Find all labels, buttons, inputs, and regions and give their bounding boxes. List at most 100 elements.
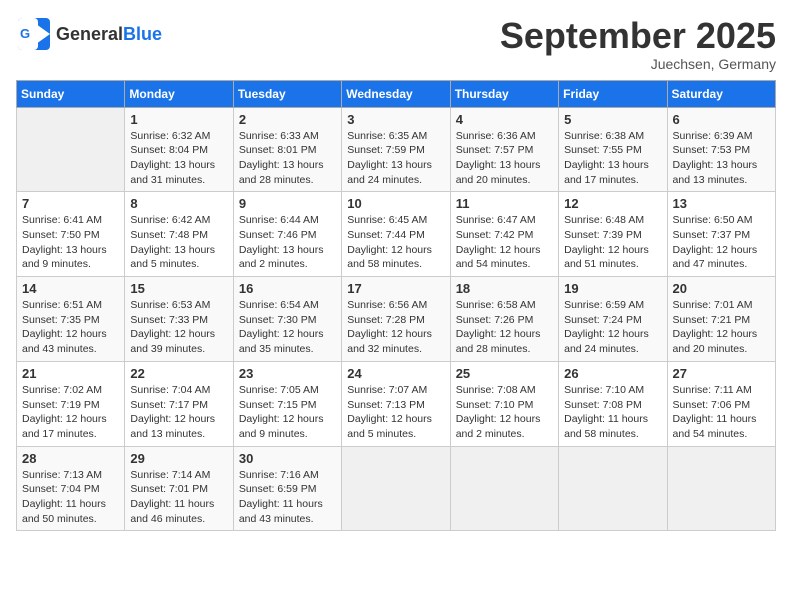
day-number: 27 bbox=[673, 366, 770, 381]
day-info: Sunrise: 7:08 AMSunset: 7:10 PMDaylight:… bbox=[456, 383, 553, 442]
day-info: Sunrise: 7:16 AMSunset: 6:59 PMDaylight:… bbox=[239, 468, 336, 527]
calendar-body: 1 Sunrise: 6:32 AMSunset: 8:04 PMDaylight… bbox=[17, 107, 776, 531]
day-info: Sunrise: 7:04 AMSunset: 7:17 PMDaylight:… bbox=[130, 383, 227, 442]
logo-text: GeneralBlue bbox=[56, 25, 162, 43]
calendar-cell: 9 Sunrise: 6:44 AMSunset: 7:46 PMDaylight… bbox=[233, 192, 341, 277]
day-info: Sunrise: 6:53 AMSunset: 7:33 PMDaylight:… bbox=[130, 298, 227, 357]
day-info: Sunrise: 7:02 AMSunset: 7:19 PMDaylight:… bbox=[22, 383, 119, 442]
day-number: 18 bbox=[456, 281, 553, 296]
day-info: Sunrise: 7:07 AMSunset: 7:13 PMDaylight:… bbox=[347, 383, 444, 442]
calendar-cell bbox=[667, 446, 775, 531]
day-number: 15 bbox=[130, 281, 227, 296]
calendar-cell: 19 Sunrise: 6:59 AMSunset: 7:24 PMDayligh… bbox=[559, 277, 667, 362]
day-info: Sunrise: 7:10 AMSunset: 7:08 PMDaylight:… bbox=[564, 383, 661, 442]
day-info: Sunrise: 6:38 AMSunset: 7:55 PMDaylight:… bbox=[564, 129, 661, 188]
day-info: Sunrise: 6:36 AMSunset: 7:57 PMDaylight:… bbox=[456, 129, 553, 188]
calendar-week-3: 14 Sunrise: 6:51 AMSunset: 7:35 PMDayligh… bbox=[17, 277, 776, 362]
day-info: Sunrise: 6:50 AMSunset: 7:37 PMDaylight:… bbox=[673, 213, 770, 272]
header-tuesday: Tuesday bbox=[233, 80, 341, 107]
day-number: 14 bbox=[22, 281, 119, 296]
day-info: Sunrise: 7:13 AMSunset: 7:04 PMDaylight:… bbox=[22, 468, 119, 527]
day-info: Sunrise: 6:58 AMSunset: 7:26 PMDaylight:… bbox=[456, 298, 553, 357]
day-number: 28 bbox=[22, 451, 119, 466]
day-number: 5 bbox=[564, 112, 661, 127]
calendar-cell bbox=[342, 446, 450, 531]
day-number: 3 bbox=[347, 112, 444, 127]
header-thursday: Thursday bbox=[450, 80, 558, 107]
calendar-cell bbox=[559, 446, 667, 531]
day-info: Sunrise: 6:42 AMSunset: 7:48 PMDaylight:… bbox=[130, 213, 227, 272]
day-number: 30 bbox=[239, 451, 336, 466]
calendar-cell: 13 Sunrise: 6:50 AMSunset: 7:37 PMDayligh… bbox=[667, 192, 775, 277]
day-info: Sunrise: 6:56 AMSunset: 7:28 PMDaylight:… bbox=[347, 298, 444, 357]
calendar-cell: 1 Sunrise: 6:32 AMSunset: 8:04 PMDaylight… bbox=[125, 107, 233, 192]
day-number: 19 bbox=[564, 281, 661, 296]
day-info: Sunrise: 6:32 AMSunset: 8:04 PMDaylight:… bbox=[130, 129, 227, 188]
day-number: 8 bbox=[130, 196, 227, 211]
calendar-cell bbox=[450, 446, 558, 531]
calendar-cell: 20 Sunrise: 7:01 AMSunset: 7:21 PMDayligh… bbox=[667, 277, 775, 362]
header-friday: Friday bbox=[559, 80, 667, 107]
calendar-cell: 2 Sunrise: 6:33 AMSunset: 8:01 PMDaylight… bbox=[233, 107, 341, 192]
calendar-cell: 11Sunrise: 6:47 AMSunset: 7:42 PMDayligh… bbox=[450, 192, 558, 277]
logo-blue: Blue bbox=[123, 24, 162, 44]
calendar-cell: 12Sunrise: 6:48 AMSunset: 7:39 PMDayligh… bbox=[559, 192, 667, 277]
day-info: Sunrise: 6:44 AMSunset: 7:46 PMDaylight:… bbox=[239, 213, 336, 272]
header-saturday: Saturday bbox=[667, 80, 775, 107]
day-number: 22 bbox=[130, 366, 227, 381]
calendar-cell: 30 Sunrise: 7:16 AMSunset: 6:59 PMDayligh… bbox=[233, 446, 341, 531]
calendar-cell: 28 Sunrise: 7:13 AMSunset: 7:04 PMDayligh… bbox=[17, 446, 125, 531]
day-number: 25 bbox=[456, 366, 553, 381]
header-sunday: Sunday bbox=[17, 80, 125, 107]
calendar-cell: 5 Sunrise: 6:38 AMSunset: 7:55 PMDaylight… bbox=[559, 107, 667, 192]
day-number: 6 bbox=[673, 112, 770, 127]
day-number: 23 bbox=[239, 366, 336, 381]
calendar-cell: 14 Sunrise: 6:51 AMSunset: 7:35 PMDayligh… bbox=[17, 277, 125, 362]
calendar-cell: 6 Sunrise: 6:39 AMSunset: 7:53 PMDaylight… bbox=[667, 107, 775, 192]
day-number: 21 bbox=[22, 366, 119, 381]
title-block: September 2025 Juechsen, Germany bbox=[500, 16, 776, 72]
day-info: Sunrise: 6:39 AMSunset: 7:53 PMDaylight:… bbox=[673, 129, 770, 188]
calendar-week-1: 1 Sunrise: 6:32 AMSunset: 8:04 PMDaylight… bbox=[17, 107, 776, 192]
calendar-cell: 15 Sunrise: 6:53 AMSunset: 7:33 PMDayligh… bbox=[125, 277, 233, 362]
day-info: Sunrise: 6:59 AMSunset: 7:24 PMDaylight:… bbox=[564, 298, 661, 357]
page-header: G GeneralBlue September 2025 Juechsen, G… bbox=[16, 16, 776, 72]
calendar-cell: 21 Sunrise: 7:02 AMSunset: 7:19 PMDayligh… bbox=[17, 361, 125, 446]
day-number: 2 bbox=[239, 112, 336, 127]
day-info: Sunrise: 7:01 AMSunset: 7:21 PMDaylight:… bbox=[673, 298, 770, 357]
calendar-cell: 17Sunrise: 6:56 AMSunset: 7:28 PMDayligh… bbox=[342, 277, 450, 362]
day-info: Sunrise: 6:54 AMSunset: 7:30 PMDaylight:… bbox=[239, 298, 336, 357]
svg-text:G: G bbox=[20, 26, 30, 41]
logo-icon: G bbox=[16, 16, 52, 52]
day-number: 16 bbox=[239, 281, 336, 296]
day-number: 9 bbox=[239, 196, 336, 211]
day-info: Sunrise: 6:51 AMSunset: 7:35 PMDaylight:… bbox=[22, 298, 119, 357]
calendar-week-4: 21 Sunrise: 7:02 AMSunset: 7:19 PMDayligh… bbox=[17, 361, 776, 446]
day-info: Sunrise: 6:45 AMSunset: 7:44 PMDaylight:… bbox=[347, 213, 444, 272]
calendar-cell: 18 Sunrise: 6:58 AMSunset: 7:26 PMDayligh… bbox=[450, 277, 558, 362]
day-info: Sunrise: 6:33 AMSunset: 8:01 PMDaylight:… bbox=[239, 129, 336, 188]
month-title: September 2025 bbox=[500, 16, 776, 56]
day-number: 10 bbox=[347, 196, 444, 211]
day-number: 7 bbox=[22, 196, 119, 211]
calendar-cell: 3 Sunrise: 6:35 AMSunset: 7:59 PMDaylight… bbox=[342, 107, 450, 192]
header-monday: Monday bbox=[125, 80, 233, 107]
day-number: 1 bbox=[130, 112, 227, 127]
day-number: 13 bbox=[673, 196, 770, 211]
calendar-cell bbox=[17, 107, 125, 192]
day-info: Sunrise: 7:05 AMSunset: 7:15 PMDaylight:… bbox=[239, 383, 336, 442]
calendar-cell: 25 Sunrise: 7:08 AMSunset: 7:10 PMDayligh… bbox=[450, 361, 558, 446]
day-number: 20 bbox=[673, 281, 770, 296]
day-number: 26 bbox=[564, 366, 661, 381]
day-number: 29 bbox=[130, 451, 227, 466]
calendar-week-5: 28 Sunrise: 7:13 AMSunset: 7:04 PMDayligh… bbox=[17, 446, 776, 531]
calendar-cell: 23 Sunrise: 7:05 AMSunset: 7:15 PMDayligh… bbox=[233, 361, 341, 446]
day-info: Sunrise: 6:41 AMSunset: 7:50 PMDaylight:… bbox=[22, 213, 119, 272]
calendar-cell: 16 Sunrise: 6:54 AMSunset: 7:30 PMDayligh… bbox=[233, 277, 341, 362]
day-number: 12 bbox=[564, 196, 661, 211]
logo: G GeneralBlue bbox=[16, 16, 162, 52]
day-number: 24 bbox=[347, 366, 444, 381]
day-info: Sunrise: 6:35 AMSunset: 7:59 PMDaylight:… bbox=[347, 129, 444, 188]
calendar-cell: 10 Sunrise: 6:45 AMSunset: 7:44 PMDayligh… bbox=[342, 192, 450, 277]
calendar-week-2: 7 Sunrise: 6:41 AMSunset: 7:50 PMDaylight… bbox=[17, 192, 776, 277]
